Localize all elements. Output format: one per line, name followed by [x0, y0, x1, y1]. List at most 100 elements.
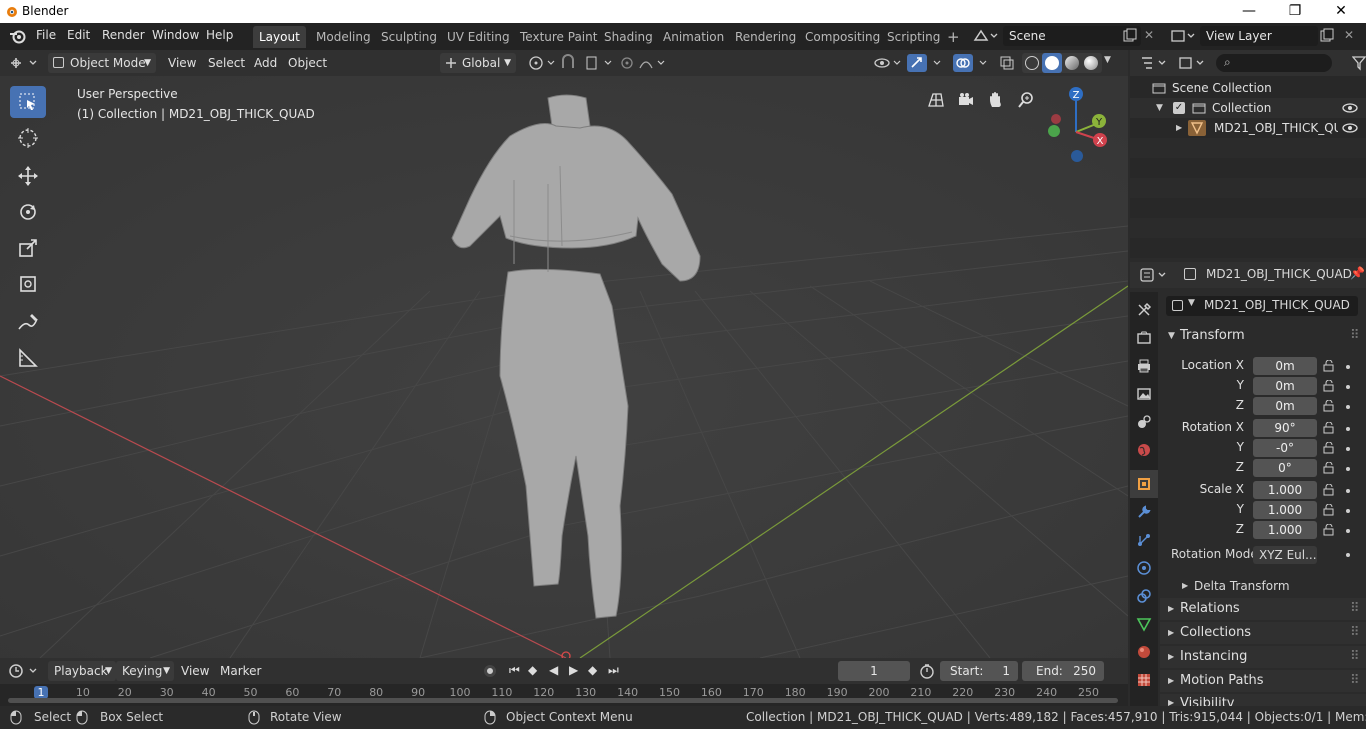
- timeline-scrollbar[interactable]: [8, 698, 1118, 703]
- menu-help[interactable]: Help: [206, 28, 233, 42]
- select-box-tool[interactable]: [10, 86, 46, 118]
- tab-rendering[interactable]: Rendering: [729, 26, 802, 48]
- rotation-z-field[interactable]: 0°: [1253, 459, 1317, 477]
- add-workspace-button[interactable]: +: [941, 26, 966, 48]
- visibility-panel[interactable]: ▶ Visibility: [1160, 694, 1366, 706]
- end-frame-field[interactable]: End: 250: [1022, 661, 1104, 681]
- delta-transform-subpanel[interactable]: ▶ Delta Transform: [1170, 576, 1358, 596]
- gizmo-neg-z-axis[interactable]: [1071, 150, 1083, 162]
- menu-window[interactable]: Window: [152, 28, 199, 42]
- transform-tool[interactable]: [10, 268, 46, 300]
- display-mode-icon[interactable]: [1178, 55, 1208, 71]
- move-tool[interactable]: [10, 160, 46, 192]
- next-keyframe-icon[interactable]: ◆: [588, 663, 597, 677]
- location-z-field[interactable]: 0m: [1253, 397, 1317, 415]
- lock-icon[interactable]: [1323, 360, 1335, 372]
- gizmo-neg-y-axis[interactable]: [1048, 125, 1060, 137]
- rotation-mode-dropdown[interactable]: XYZ Eul...: [1253, 546, 1317, 564]
- navigation-gizmo[interactable]: Z Y X: [1038, 84, 1118, 174]
- outliner-row-scene-collection[interactable]: Scene Collection: [1130, 78, 1366, 98]
- tab-output[interactable]: [1130, 352, 1158, 380]
- drag-handle-icon[interactable]: ⠿: [1350, 646, 1360, 668]
- outliner-row-object[interactable]: ▶ MD21_OBJ_THICK_QUAD: [1130, 118, 1366, 138]
- rotation-x-field[interactable]: 90°: [1253, 419, 1317, 437]
- camera-view-button[interactable]: [952, 86, 980, 114]
- tab-world[interactable]: [1130, 436, 1158, 464]
- timeline-menu-view[interactable]: View: [181, 664, 209, 678]
- mode-dropdown[interactable]: Object Mode ▼: [48, 53, 156, 73]
- wireframe-shading-icon[interactable]: [1025, 56, 1039, 70]
- scale-z-field[interactable]: 1.000: [1253, 521, 1317, 539]
- rotation-y-field[interactable]: -0°: [1253, 439, 1317, 457]
- filter-icon[interactable]: [1352, 55, 1366, 71]
- rotate-tool[interactable]: [10, 196, 46, 228]
- start-frame-field[interactable]: Start: 1: [940, 661, 1018, 681]
- xray-icon[interactable]: [998, 54, 1016, 72]
- keyframe-dot-icon[interactable]: [1346, 509, 1350, 513]
- pan-view-button[interactable]: [982, 86, 1010, 114]
- ortho-toggle-button[interactable]: [922, 86, 950, 114]
- scale-x-field[interactable]: 1.000: [1253, 481, 1317, 499]
- snap-icon[interactable]: [560, 54, 616, 72]
- timeline-ruler[interactable]: 1 10 20 30 40 50 60 70 80 90 100 110 120 130 140 150 160…: [0, 684, 1128, 706]
- visibility-filter-icon[interactable]: [872, 54, 906, 72]
- eye-icon[interactable]: [1342, 103, 1358, 113]
- location-x-field[interactable]: 0m: [1253, 357, 1317, 375]
- pivot-point-icon[interactable]: [527, 54, 557, 72]
- outliner-editor-icon[interactable]: [1140, 55, 1170, 71]
- lock-icon[interactable]: [1323, 504, 1335, 516]
- tab-constraints[interactable]: [1130, 582, 1158, 610]
- scene-icon[interactable]: [973, 28, 999, 44]
- play-icon[interactable]: ▶: [569, 663, 578, 677]
- tab-scene[interactable]: [1130, 408, 1158, 436]
- gizmo-toggle-icon[interactable]: [906, 53, 948, 73]
- playback-dropdown[interactable]: Playback ▼: [48, 661, 116, 681]
- motion-paths-panel[interactable]: ▶ Motion Paths ⠿: [1160, 670, 1366, 692]
- current-frame-field[interactable]: 1: [838, 661, 910, 681]
- location-y-field[interactable]: 0m: [1253, 377, 1317, 395]
- zoom-view-button[interactable]: [1012, 86, 1040, 114]
- tab-particles[interactable]: [1130, 526, 1158, 554]
- keyframe-dot-icon[interactable]: [1346, 489, 1350, 493]
- keyframe-dot-icon[interactable]: [1346, 385, 1350, 389]
- checkbox-icon[interactable]: ✓: [1173, 102, 1185, 114]
- menu-object[interactable]: Object: [282, 53, 333, 73]
- tab-compositing[interactable]: Compositing: [799, 26, 886, 48]
- delete-scene-icon[interactable]: ✕: [1144, 28, 1154, 42]
- tab-animation[interactable]: Animation: [657, 26, 730, 48]
- object-name-field[interactable]: ▼ MD21_OBJ_THICK_QUAD: [1166, 296, 1358, 316]
- orientation-dropdown[interactable]: Global ▼: [440, 53, 516, 73]
- relations-panel[interactable]: ▶ Relations ⠿: [1160, 598, 1366, 620]
- new-view-layer-icon[interactable]: [1320, 28, 1334, 42]
- minimize-button[interactable]: —: [1226, 0, 1272, 23]
- overlays-icon[interactable]: [952, 53, 994, 73]
- outliner-row-collection[interactable]: ▼ ✓ Collection: [1130, 98, 1366, 118]
- tab-uv-editing[interactable]: UV Editing: [441, 26, 516, 48]
- keyframe-dot-icon[interactable]: [1346, 529, 1350, 533]
- timeline-editor-icon[interactable]: [8, 663, 40, 679]
- lock-icon[interactable]: [1323, 422, 1335, 434]
- expand-icon[interactable]: ▶: [1176, 118, 1182, 138]
- eye-icon[interactable]: [1342, 123, 1358, 133]
- drag-handle-icon[interactable]: ⠿: [1350, 670, 1360, 692]
- delete-view-layer-icon[interactable]: ✕: [1344, 28, 1354, 42]
- collections-panel[interactable]: ▶ Collections ⠿: [1160, 622, 1366, 644]
- prev-keyframe-icon[interactable]: ◆: [528, 663, 537, 677]
- scene-field[interactable]: Scene: [1003, 26, 1141, 46]
- tab-shading[interactable]: Shading: [598, 26, 659, 48]
- menu-add[interactable]: Add: [248, 53, 283, 73]
- tab-physics[interactable]: [1130, 554, 1158, 582]
- view-layer-field[interactable]: View Layer: [1200, 26, 1318, 46]
- menu-render[interactable]: Render: [102, 28, 145, 42]
- tab-texture-paint[interactable]: Texture Paint: [514, 26, 603, 48]
- tab-texture[interactable]: [1130, 666, 1158, 694]
- close-button[interactable]: ✕: [1318, 0, 1364, 23]
- keyframe-dot-icon[interactable]: [1346, 447, 1350, 451]
- proportional-editing-icon[interactable]: [618, 54, 668, 72]
- menu-select[interactable]: Select: [202, 53, 251, 73]
- new-scene-icon[interactable]: [1123, 28, 1137, 42]
- drag-handle-icon[interactable]: ⠿: [1350, 598, 1360, 620]
- keyframe-dot-icon[interactable]: [1346, 405, 1350, 409]
- lock-icon[interactable]: [1323, 484, 1335, 496]
- tab-object[interactable]: [1130, 470, 1158, 498]
